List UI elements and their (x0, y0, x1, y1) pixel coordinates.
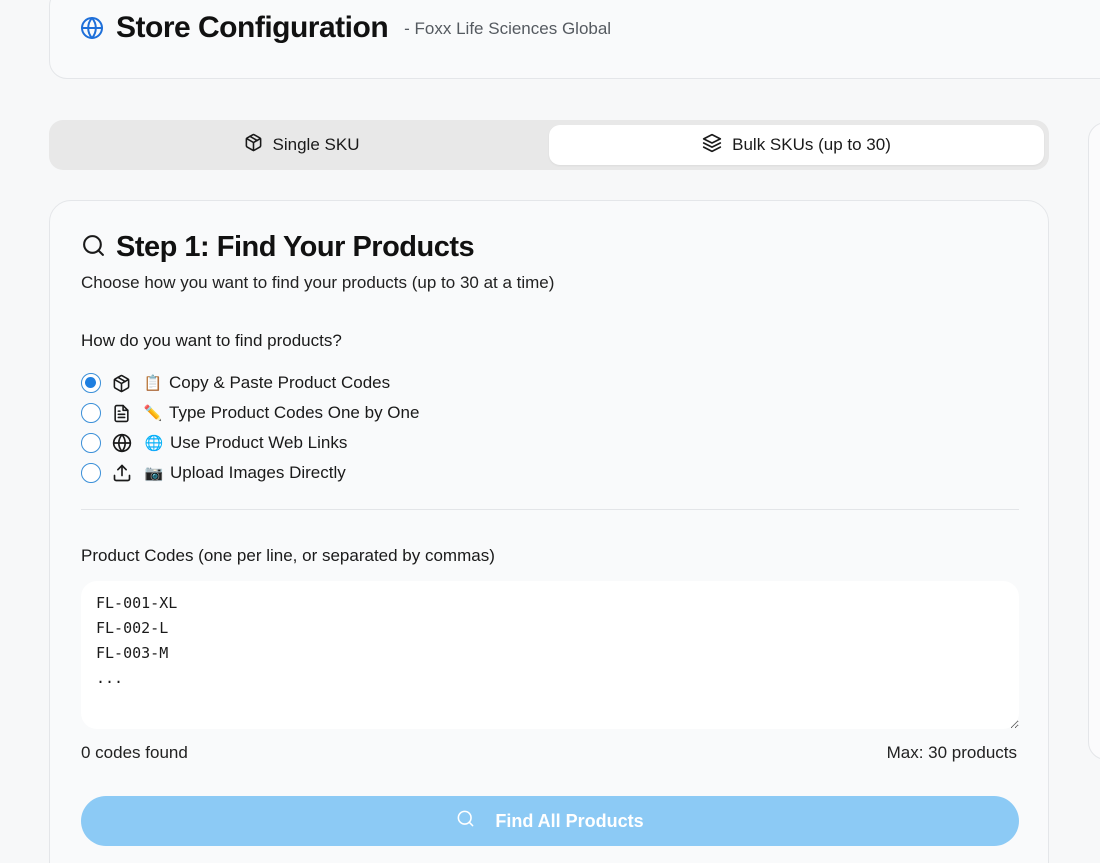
option-label: Copy & Paste Product Codes (169, 373, 391, 392)
box-icon (244, 133, 273, 157)
globe-icon (80, 16, 104, 40)
page-title: Store Configuration (116, 11, 389, 44)
upload-icon (112, 463, 132, 483)
sku-mode-tabs: Single SKU Bulk SKUs (up to 30) (49, 120, 1049, 170)
search-icon (456, 809, 495, 833)
codes-found-count: 0 codes found (81, 743, 188, 762)
store-subtitle: - Foxx Life Sciences Global (404, 19, 612, 38)
option-label: Type Product Codes One by One (169, 403, 420, 422)
globe-emoji-icon: 🌐 (144, 435, 164, 452)
layers-icon (702, 133, 732, 158)
radio-button[interactable] (81, 463, 101, 483)
pencil-emoji-icon: ✏️ (143, 405, 163, 422)
tab-label: Single SKU (272, 135, 360, 154)
max-products-note: Max: 30 products (886, 743, 1017, 762)
clipboard-emoji-icon: 📋 (143, 375, 163, 392)
tab-label: Bulk SKUs (up to 30) (732, 135, 891, 154)
option-upload-images[interactable]: 📷 Upload Images Directly (81, 458, 419, 488)
product-codes-label: Product Codes (one per line, or separate… (81, 546, 495, 565)
store-header: Store Configuration - Foxx Life Sciences… (49, 0, 1100, 79)
step-title: Step 1: Find Your Products (116, 231, 475, 263)
find-all-products-button[interactable]: Find All Products (81, 796, 1019, 846)
file-icon (112, 404, 131, 423)
option-web-links[interactable]: 🌐 Use Product Web Links (81, 428, 419, 458)
radio-button[interactable] (81, 403, 101, 423)
option-type-codes[interactable]: ✏️ Type Product Codes One by One (81, 398, 419, 428)
option-copy-paste-codes[interactable]: 📋 Copy & Paste Product Codes (81, 368, 419, 398)
option-label: Upload Images Directly (170, 463, 346, 482)
button-label: Find All Products (495, 810, 644, 831)
box-icon (112, 374, 131, 393)
find-method-question: How do you want to find products? (81, 331, 342, 350)
globe-icon (112, 433, 132, 453)
tab-bulk-skus[interactable]: Bulk SKUs (up to 30) (549, 125, 1044, 165)
camera-emoji-icon: 📷 (144, 465, 164, 482)
step-description: Choose how you want to find your product… (81, 273, 555, 292)
find-method-options: 📋 Copy & Paste Product Codes ✏️ Type Pro… (81, 368, 419, 488)
tab-single-sku[interactable]: Single SKU (54, 125, 549, 165)
product-codes-textarea[interactable] (81, 581, 1019, 729)
divider (81, 509, 1019, 510)
option-label: Use Product Web Links (170, 433, 348, 452)
side-panel (1088, 122, 1100, 760)
find-products-card: Step 1: Find Your Products Choose how yo… (49, 200, 1049, 863)
radio-button[interactable] (81, 433, 101, 453)
radio-button[interactable] (81, 373, 101, 393)
search-icon (81, 233, 106, 263)
